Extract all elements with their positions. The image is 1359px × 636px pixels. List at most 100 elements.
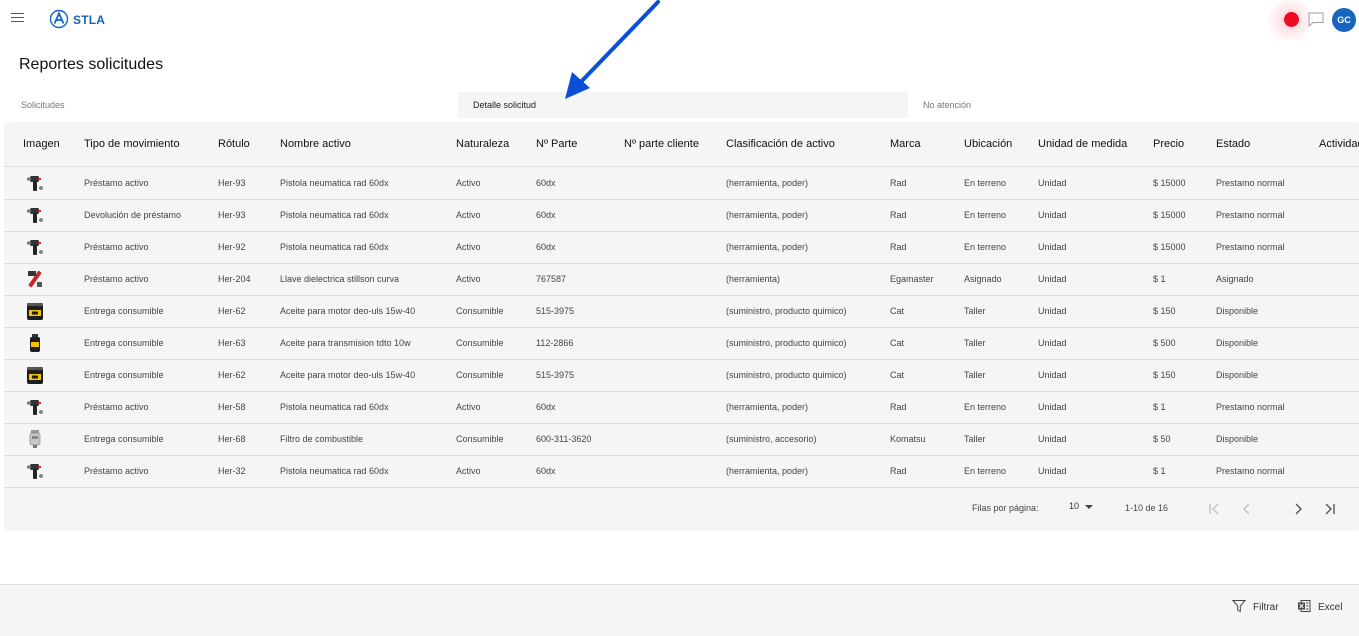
caret-down-icon	[1085, 504, 1094, 509]
cell-clasificacion: (suministro, producto quimico)	[726, 338, 847, 348]
stla-logo-icon[interactable]	[49, 9, 69, 29]
filter-button[interactable]: Filtrar	[1232, 599, 1292, 617]
cell-marca: Cat	[890, 306, 905, 316]
cell-naturaleza: Activo	[456, 210, 481, 220]
table-row[interactable]: Entrega consumible Her-62 Aceite para moto…	[4, 295, 1359, 328]
excel-button[interactable]: Excel	[1297, 599, 1349, 617]
column-header[interactable]: Nº parte cliente	[624, 138, 699, 150]
cell-rotulo: Her-58	[218, 402, 246, 412]
cell-ubicacion: En terreno	[964, 402, 1007, 412]
cell-ubicacion: Taller	[964, 434, 986, 444]
cell-nombre-activo: Pistola neumatica rad 60dx	[280, 242, 389, 252]
cell-unidad-medida: Unidad	[1038, 402, 1067, 412]
previous-page-icon[interactable]	[1238, 500, 1256, 518]
next-page-icon[interactable]	[1289, 500, 1307, 518]
oil-bucket-icon	[27, 303, 43, 320]
cell-rotulo: Her-204	[218, 274, 251, 284]
cell-naturaleza: Consumible	[456, 434, 504, 444]
cell-numero-parte: 515-3975	[536, 306, 575, 316]
column-header[interactable]: Unidad de medida	[1038, 138, 1127, 150]
top-bar: STLA GC	[0, 0, 1359, 40]
table-row[interactable]: Préstamo activo Her-32 Pistola neumatica r…	[4, 455, 1359, 488]
column-header[interactable]: Precio	[1153, 138, 1184, 150]
cell-unidad-medida: Unidad	[1038, 466, 1067, 476]
cell-marca: Rad	[890, 178, 907, 188]
table-row[interactable]: Préstamo activo Her-204 Llave dielectrica …	[4, 263, 1359, 296]
table-row[interactable]: Préstamo activo Her-92 Pistola neumatica r…	[4, 231, 1359, 264]
menu-icon[interactable]	[11, 13, 24, 23]
cell-marca: Cat	[890, 338, 905, 348]
tab-no-atencion[interactable]: No atención	[923, 92, 971, 118]
column-header[interactable]: Tipo de movimiento	[84, 138, 180, 150]
cell-precio: $ 15000	[1153, 242, 1186, 252]
oil-bucket-icon	[27, 367, 43, 384]
cell-ubicacion: En terreno	[964, 178, 1007, 188]
cell-unidad-medida: Unidad	[1038, 370, 1067, 380]
column-header[interactable]: Clasificación de activo	[726, 138, 835, 150]
cell-numero-parte: 600-311-3620	[536, 434, 592, 444]
table-row[interactable]: Entrega consumible Her-62 Aceite para moto…	[4, 359, 1359, 392]
cell-rotulo: Her-63	[218, 338, 246, 348]
table-row[interactable]: Entrega consumible Her-63 Aceite para tran…	[4, 327, 1359, 360]
table-header: Imagen Tipo de movimiento Rótulo Nombre …	[4, 122, 1359, 167]
cell-nombre-activo: Aceite para transmision tdto 10w	[280, 338, 411, 348]
cell-estado: Prestamo normal	[1216, 178, 1285, 188]
cell-numero-parte: 60dx	[536, 178, 556, 188]
cell-precio: $ 15000	[1153, 178, 1186, 188]
column-header[interactable]: Imagen	[23, 138, 60, 150]
cell-tipo-movimiento: Préstamo activo	[84, 242, 149, 252]
cell-rotulo: Her-93	[218, 210, 246, 220]
table-row[interactable]: Préstamo activo Her-93 Pistola neumatica r…	[4, 167, 1359, 200]
excel-label: Excel	[1318, 602, 1343, 613]
cell-marca: Rad	[890, 242, 907, 252]
pneumatic-gun-icon	[27, 240, 43, 255]
column-header[interactable]: Ubicación	[964, 138, 1012, 150]
cell-tipo-movimiento: Entrega consumible	[84, 306, 164, 316]
cell-clasificacion: (suministro, accesorio)	[726, 434, 817, 444]
record-indicator-icon[interactable]	[1284, 12, 1299, 27]
cell-rotulo: Her-32	[218, 466, 246, 476]
cell-precio: $ 150	[1153, 370, 1176, 380]
column-header[interactable]: Nº Parte	[536, 138, 577, 150]
brand-name[interactable]: STLA	[73, 13, 105, 27]
column-header[interactable]: Actividad	[1319, 138, 1359, 150]
avatar[interactable]: GC	[1332, 8, 1356, 32]
cell-precio: $ 150	[1153, 306, 1176, 316]
cell-naturaleza: Consumible	[456, 370, 504, 380]
tab-solicitudes[interactable]: Solicitudes	[21, 92, 65, 118]
cell-tipo-movimiento: Préstamo activo	[84, 178, 149, 188]
cell-tipo-movimiento: Devolución de préstamo	[84, 210, 182, 220]
table-row[interactable]: Entrega consumible Her-68 Filtro de combus…	[4, 423, 1359, 456]
column-header[interactable]: Rótulo	[218, 138, 250, 150]
column-header[interactable]: Marca	[890, 138, 921, 150]
wrench-icon	[28, 270, 42, 288]
cell-unidad-medida: Unidad	[1038, 274, 1067, 284]
cell-rotulo: Her-62	[218, 370, 246, 380]
cell-nombre-activo: Pistola neumatica rad 60dx	[280, 466, 389, 476]
rows-per-page-select[interactable]: 10	[1069, 501, 1094, 511]
tab-detalle-solicitud[interactable]: Detalle solicitud	[458, 92, 908, 118]
cell-estado: Disponible	[1216, 370, 1259, 380]
chat-icon[interactable]	[1308, 12, 1324, 27]
cell-nombre-activo: Llave dielectrica stillson curva	[280, 274, 400, 284]
first-page-icon[interactable]	[1205, 500, 1223, 518]
table-row[interactable]: Devolución de préstamo Her-93 Pistola neum…	[4, 199, 1359, 232]
cell-estado: Prestamo normal	[1216, 210, 1285, 220]
pneumatic-gun-icon	[27, 176, 43, 191]
rows-per-page-label: Filas por página:	[972, 503, 1039, 513]
column-header[interactable]: Estado	[1216, 138, 1250, 150]
column-header[interactable]: Naturaleza	[456, 138, 509, 150]
report-table: Imagen Tipo de movimiento Rótulo Nombre …	[4, 122, 1359, 531]
last-page-icon[interactable]	[1321, 500, 1339, 518]
cell-nombre-activo: Pistola neumatica rad 60dx	[280, 178, 389, 188]
cell-naturaleza: Consumible	[456, 306, 504, 316]
cell-unidad-medida: Unidad	[1038, 242, 1067, 252]
cell-clasificacion: (herramienta, poder)	[726, 242, 809, 252]
column-header[interactable]: Nombre activo	[280, 138, 351, 150]
table-row[interactable]: Préstamo activo Her-58 Pistola neumatica r…	[4, 391, 1359, 424]
cell-tipo-movimiento: Entrega consumible	[84, 434, 164, 444]
cell-unidad-medida: Unidad	[1038, 434, 1067, 444]
cell-numero-parte: 60dx	[536, 402, 556, 412]
cell-clasificacion: (herramienta, poder)	[726, 402, 809, 412]
cell-rotulo: Her-68	[218, 434, 246, 444]
